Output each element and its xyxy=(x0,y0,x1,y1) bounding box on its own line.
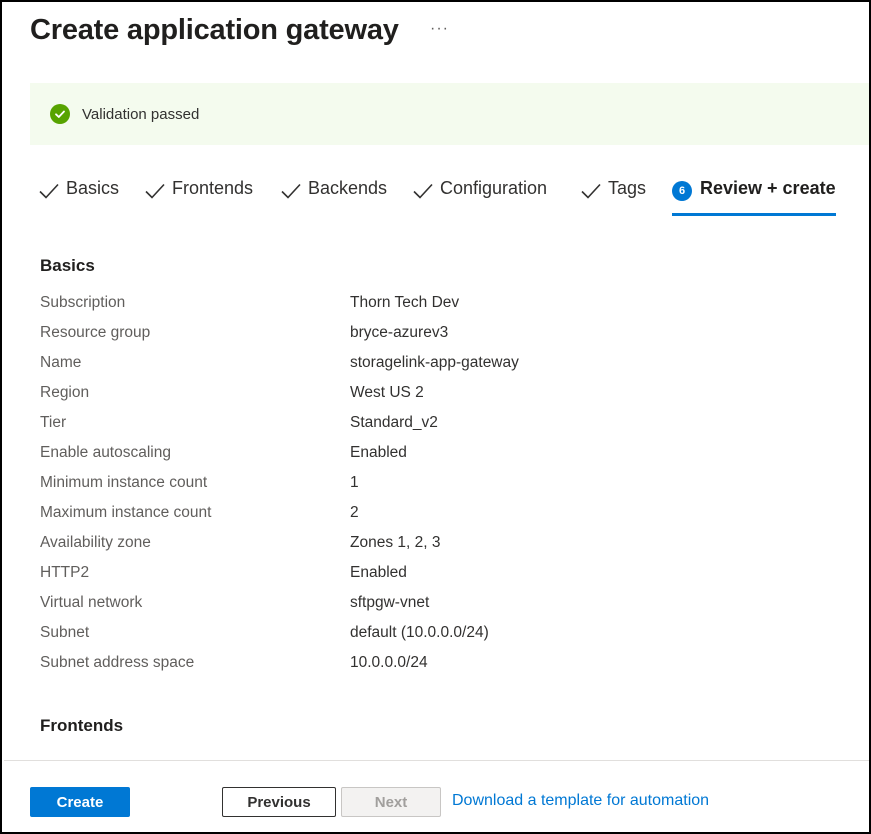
tab-label: Configuration xyxy=(440,178,548,198)
checkmark-icon xyxy=(581,183,601,199)
section-title-frontends: Frontends xyxy=(40,716,124,735)
summary-key: Resource group xyxy=(40,324,151,341)
tab-review-create[interactable]: 6 Review + create xyxy=(672,178,836,216)
footer-action-bar: Create Previous Next Download a template… xyxy=(4,760,869,832)
summary-value: Standard_v2 xyxy=(350,414,438,431)
tab-configuration[interactable]: Configuration xyxy=(412,178,547,216)
summary-key: HTTP2 xyxy=(40,564,90,581)
tab-basics[interactable]: Basics xyxy=(38,178,119,216)
summary-value: Enabled xyxy=(350,564,407,581)
summary-key: Tier xyxy=(40,414,67,431)
checkmark-icon xyxy=(39,183,59,199)
summary-key: Virtual network xyxy=(40,594,143,611)
tab-label: Backends xyxy=(308,178,388,198)
create-button[interactable]: Create xyxy=(30,787,130,817)
summary-key: Maximum instance count xyxy=(40,504,212,521)
summary-key: Name xyxy=(40,354,82,371)
create-app-gateway-window: Create application gateway ··· Validatio… xyxy=(0,0,871,834)
summary-value: sftpgw-vnet xyxy=(350,594,430,611)
summary-value: Zones 1, 2, 3 xyxy=(350,534,441,551)
validation-message: Validation passed xyxy=(82,105,200,123)
tab-label: Frontends xyxy=(172,178,254,198)
summary-key: Availability zone xyxy=(40,534,151,551)
validation-banner: Validation passed xyxy=(30,83,869,145)
summary-value: bryce-azurev3 xyxy=(350,324,449,341)
summary-value: 1 xyxy=(350,474,359,491)
checkmark-icon xyxy=(281,183,301,199)
tab-frontends[interactable]: Frontends xyxy=(144,178,253,216)
summary-value: Enabled xyxy=(350,444,407,461)
summary-key: Subnet address space xyxy=(40,654,195,671)
success-check-icon xyxy=(50,104,70,124)
next-button[interactable]: Next xyxy=(341,787,441,817)
checkmark-icon xyxy=(413,183,433,199)
more-options-icon[interactable]: ··· xyxy=(430,20,449,38)
summary-value: default (10.0.0.0/24) xyxy=(350,624,489,641)
download-template-link[interactable]: Download a template for automation xyxy=(452,792,709,810)
summary-value: 2 xyxy=(350,504,359,521)
tab-tags[interactable]: Tags xyxy=(580,178,646,216)
tab-backends[interactable]: Backends xyxy=(280,178,387,216)
summary-value: Thorn Tech Dev xyxy=(350,294,460,311)
checkmark-icon xyxy=(145,183,165,199)
previous-button[interactable]: Previous xyxy=(222,787,336,817)
tab-label: Review + create xyxy=(700,178,836,198)
section-title-basics: Basics xyxy=(40,256,95,275)
summary-key: Minimum instance count xyxy=(40,474,208,491)
step-number-badge: 6 xyxy=(672,181,692,201)
tab-label: Basics xyxy=(66,178,120,198)
summary-key: Subscription xyxy=(40,294,126,311)
summary-value: storagelink-app-gateway xyxy=(350,354,519,371)
tab-label: Tags xyxy=(608,178,647,198)
summary-key: Enable autoscaling xyxy=(40,444,171,461)
summary-key: Subnet xyxy=(40,624,90,641)
summary-value: 10.0.0.0/24 xyxy=(350,654,428,671)
page-title: Create application gateway xyxy=(30,14,399,46)
summary-key: Region xyxy=(40,384,90,401)
summary-value: West US 2 xyxy=(350,384,424,401)
